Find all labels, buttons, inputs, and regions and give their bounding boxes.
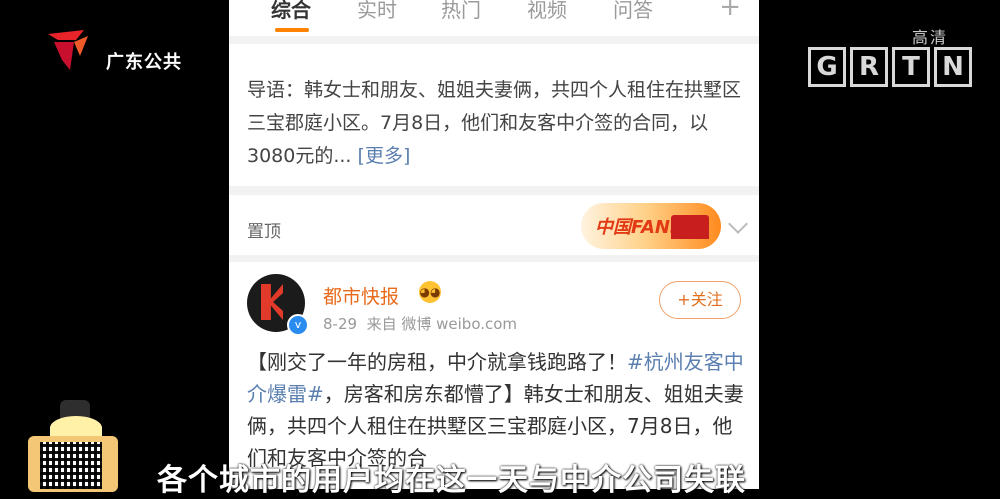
pinned-label: 置顶 [247, 222, 281, 242]
intro-card: 导语：韩女士和朋友、姐姐夫妻俩，共四个人租住在拱墅区三宝郡庭小区。7月8日，他们… [229, 44, 759, 186]
tab-realtime[interactable]: 实时 [357, 0, 397, 23]
intro-text: 导语：韩女士和朋友、姐姐夫妻俩，共四个人租住在拱墅区三宝郡庭小区。7月8日，他们… [247, 74, 741, 173]
tab-comprehensive[interactable]: 综合 [271, 0, 311, 23]
add-tab-icon[interactable]: + [719, 0, 741, 22]
tiananmen-icon [671, 215, 709, 239]
k-logo-icon [261, 284, 283, 320]
channel-logo: 广东公共 [44, 26, 184, 73]
chevron-down-icon[interactable] [728, 214, 748, 234]
pinned-header: 置顶 中国FANS [229, 195, 759, 255]
qr-code-icon [40, 442, 102, 489]
tab-hot[interactable]: 热门 [441, 0, 481, 23]
post-text-prefix: 【刚交了一年的房租，中介就拿钱跑路了！ [247, 350, 627, 374]
author-name[interactable]: 都市快报 [323, 282, 399, 309]
follow-button[interactable]: +关注 [659, 281, 741, 319]
intro-body: 导语：韩女士和朋友、姐姐夫妻俩，共四个人租住在拱墅区三宝郡庭小区。7月8日，他们… [247, 79, 742, 167]
more-link[interactable]: [更多] [358, 145, 411, 167]
china-fans-badge: 中国FANS [581, 203, 721, 249]
tab-bar: 综合 实时 热门 视频 问答 + [229, 0, 759, 36]
hd-label: 高清 [912, 28, 949, 47]
video-subtitle: 各个城市的用户均在这一天与中介公司失联 [157, 463, 746, 498]
verified-icon: v [287, 314, 309, 336]
qr-mascot [20, 400, 118, 492]
grtn-logo: GRTN [808, 47, 976, 87]
post-source: 来自 微博 weibo.com [366, 315, 518, 333]
grtn-letter: T [892, 47, 930, 87]
weibo-screen: 综合 实时 热门 视频 问答 + 导语：韩女士和朋友、姐姐夫妻俩，共四个人租住在… [229, 0, 759, 489]
member-crown-icon: ◕◕ [419, 281, 441, 303]
grtn-letter: R [850, 47, 888, 87]
tab-qa[interactable]: 问答 [613, 0, 653, 23]
post-meta: 8-29 来自 微博 weibo.com [323, 313, 517, 334]
active-tab-indicator [275, 28, 309, 32]
badge-text: 中国FANS [595, 217, 683, 238]
post-date: 8-29 [323, 315, 358, 333]
grtn-letter: N [934, 47, 972, 87]
grtn-letter: G [808, 47, 846, 87]
channel-logo-icon [48, 30, 88, 70]
channel-logo-text: 广东公共 [106, 52, 182, 73]
tab-video[interactable]: 视频 [527, 0, 567, 23]
